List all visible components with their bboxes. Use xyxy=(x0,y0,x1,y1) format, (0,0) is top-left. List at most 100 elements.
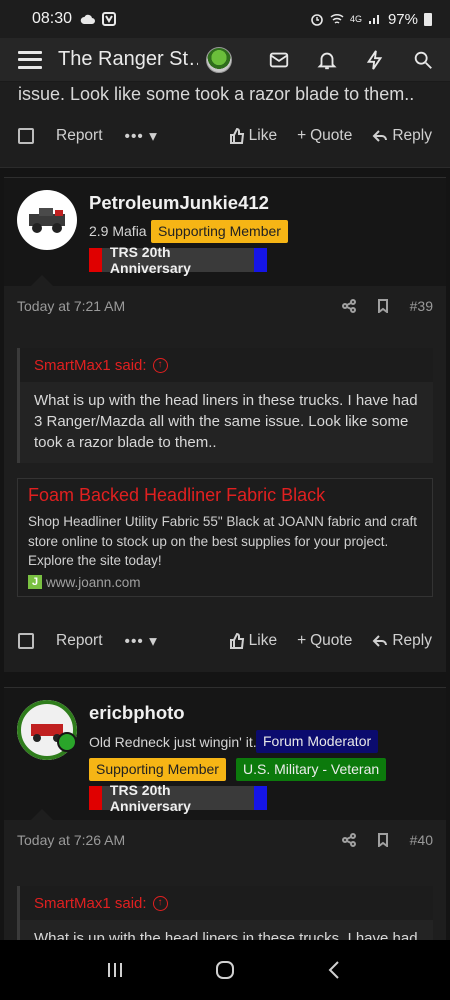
post-timestamp[interactable]: Today at 7:26 AM xyxy=(17,832,125,848)
site-title[interactable]: The Ranger St… xyxy=(58,48,198,71)
quote-button[interactable]: + Quote xyxy=(297,632,352,650)
like-label: Like xyxy=(248,127,278,144)
share-icon[interactable] xyxy=(341,299,356,313)
post-39-actions: Report ••• ▾ Like + Quote Reply xyxy=(0,621,450,661)
status-bar: 08:30 4G 97% xyxy=(0,0,450,38)
reaction-actions: Like + Quote Reply xyxy=(229,127,432,145)
reply-label: Reply xyxy=(392,127,432,144)
bookmark-icon[interactable] xyxy=(376,299,390,313)
user-title: 2.9 Mafia xyxy=(89,223,147,239)
status-time: 08:30 xyxy=(32,10,73,27)
post-39-user-block: PetroleumJunkie412 2.9 Mafia Supporting … xyxy=(4,178,446,287)
link-title[interactable]: Foam Backed Headliner Fabric Black xyxy=(28,485,422,506)
status-right-group: 4G 97% xyxy=(310,11,432,28)
jump-up-icon[interactable]: ↑ xyxy=(152,357,168,373)
status-notification-icons xyxy=(80,12,117,26)
app-bar: The Ranger St… xyxy=(0,38,450,82)
more-dots: ••• xyxy=(124,632,144,650)
user-title: Old Redneck just wingin' it. xyxy=(89,734,257,750)
post-meta: Today at 7:21 AM #39 xyxy=(4,286,446,326)
lightning-icon[interactable] xyxy=(364,49,386,71)
supporting-member-badge: Supporting Member xyxy=(151,220,288,243)
reply-button[interactable]: Reply xyxy=(372,127,432,145)
post-timestamp[interactable]: Today at 7:21 AM xyxy=(17,298,125,314)
reply-arrow-icon xyxy=(372,130,388,142)
thread-content: issue. Look like some took a razor blade… xyxy=(0,82,450,940)
like-button[interactable]: Like xyxy=(229,127,277,145)
username[interactable]: PetroleumJunkie412 xyxy=(89,192,269,214)
quote-label: Quote xyxy=(310,127,353,144)
bookmark-icon[interactable] xyxy=(376,833,390,847)
reply-arrow-icon xyxy=(372,635,388,647)
select-checkbox[interactable] xyxy=(18,128,34,144)
quote-label: Quote xyxy=(310,632,353,649)
app-bar-actions xyxy=(268,49,438,71)
link-domain: www.joann.com xyxy=(46,574,141,590)
site-logo[interactable] xyxy=(206,46,232,73)
report-link[interactable]: Report xyxy=(56,632,103,650)
like-button[interactable]: Like xyxy=(229,632,277,650)
system-nav-bar xyxy=(0,940,450,1000)
back-icon[interactable] xyxy=(323,958,347,982)
alarm-icon xyxy=(311,14,323,26)
signal-icon xyxy=(368,15,379,24)
reply-label: Reply xyxy=(392,632,432,649)
supporting-member-badge: Supporting Member xyxy=(89,758,226,781)
report-link[interactable]: Report xyxy=(56,127,103,145)
link-preview-card[interactable]: Foam Backed Headliner Fabric Black Shop … xyxy=(17,478,433,597)
select-checkbox[interactable] xyxy=(18,633,34,649)
jump-up-icon[interactable]: ↑ xyxy=(152,895,168,911)
network-type: 4G xyxy=(349,14,362,24)
recent-apps-icon[interactable] xyxy=(103,958,127,982)
quote-block: SmartMax1 said: ↑ What is up with the hea… xyxy=(17,348,433,463)
avatar[interactable] xyxy=(17,190,77,250)
battery-icon xyxy=(424,13,432,26)
quote-header[interactable]: SmartMax1 said: ↑ xyxy=(20,886,433,920)
thumbs-up-icon xyxy=(229,633,244,649)
home-icon[interactable] xyxy=(213,958,237,982)
quote-author: SmartMax1 said: xyxy=(34,894,147,912)
trs-anniversary-banner: TRS 20th Anniversary xyxy=(89,782,267,814)
forum-moderator-badge: Forum Moderator xyxy=(256,730,379,753)
quote-text: What is up with the head liners in these… xyxy=(34,392,418,451)
post-meta-actions: #40 xyxy=(341,832,433,848)
search-icon[interactable] xyxy=(412,49,434,71)
post-number[interactable]: #40 xyxy=(410,832,433,848)
menu-icon[interactable] xyxy=(18,50,42,69)
trs-banner-label: TRS 20th Anniversary xyxy=(109,782,191,814)
cloud-icon xyxy=(80,14,96,24)
link-site: Jwww.joann.com xyxy=(28,575,422,590)
favicon-icon: J xyxy=(28,575,42,589)
battery-level: 97% xyxy=(387,10,418,28)
post-40-user-block: ericbphoto Old Redneck just wingin' it. … xyxy=(4,688,446,821)
quote-button[interactable]: + Quote xyxy=(297,127,352,145)
thumbs-up-icon xyxy=(229,128,244,144)
link-description: Shop Headliner Utility Fabric 55" Black … xyxy=(28,514,417,568)
jeep-avatar-icon xyxy=(29,208,65,233)
post-meta: Today at 7:26 AM #40 xyxy=(4,820,446,860)
trs-banner-label: TRS 20th Anniversary xyxy=(109,244,191,276)
username[interactable]: ericbphoto xyxy=(89,702,185,724)
shield-app-icon xyxy=(102,12,117,26)
post-meta-actions: #39 xyxy=(341,298,433,314)
more-menu[interactable]: ••• ▾ xyxy=(125,632,158,651)
military-veteran-badge: U.S. Military - Veteran xyxy=(236,758,387,781)
trs-anniversary-banner: TRS 20th Anniversary xyxy=(89,244,267,276)
previous-post-text: issue. Look like some took a razor blade… xyxy=(18,84,415,104)
more-menu[interactable]: ••• ▾ xyxy=(125,127,158,146)
quote-text: What is up with the head liners in these… xyxy=(34,930,418,940)
like-label: Like xyxy=(248,632,278,649)
share-icon[interactable] xyxy=(341,833,356,847)
previous-post-actions: Report ••• ▾ Like + Quote Reply xyxy=(0,116,450,156)
post-number[interactable]: #39 xyxy=(410,298,433,314)
post-40: ericbphoto Old Redneck just wingin' it. … xyxy=(4,687,446,940)
online-status-icon xyxy=(57,732,77,752)
quote-header[interactable]: SmartMax1 said: ↑ xyxy=(20,348,433,382)
bell-icon[interactable] xyxy=(316,49,338,71)
reply-button[interactable]: Reply xyxy=(372,632,432,650)
quote-author: SmartMax1 said: xyxy=(34,356,147,374)
post-39: PetroleumJunkie412 2.9 Mafia Supporting … xyxy=(4,177,446,672)
previous-post-tail: issue. Look like some took a razor blade… xyxy=(0,82,450,168)
inbox-icon[interactable] xyxy=(268,49,290,71)
reaction-actions: Like + Quote Reply xyxy=(229,632,432,650)
